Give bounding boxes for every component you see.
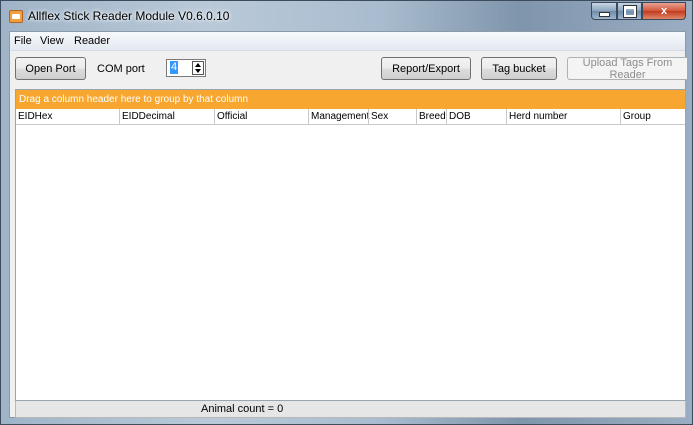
column-management[interactable]: Management — [308, 109, 369, 124]
title-bar[interactable]: Allflex Stick Reader Module V0.6.0.10 x — [1, 1, 692, 31]
status-bar: Animal count = 0 — [15, 401, 686, 418]
group-by-panel[interactable]: Drag a column header here to group by th… — [16, 90, 685, 109]
com-port-spinner[interactable]: 4 — [166, 59, 206, 77]
menu-file[interactable]: File — [14, 35, 32, 47]
open-port-button[interactable]: Open Port — [15, 57, 86, 80]
menu-bar: File View Reader — [10, 32, 685, 51]
column-dob[interactable]: DOB — [446, 109, 506, 124]
animal-grid: Drag a column header here to group by th… — [15, 89, 686, 401]
column-official[interactable]: Official — [214, 109, 308, 124]
client-area: File View Reader Open Port COM port 4 Re… — [9, 31, 687, 418]
menu-reader[interactable]: Reader — [74, 35, 110, 47]
grid-header: EIDHex EIDDecimal Official Management Se… — [16, 109, 685, 125]
upload-tags-button[interactable]: Upload Tags From Reader — [567, 57, 687, 81]
report-export-button[interactable]: Report/Export — [381, 57, 471, 80]
tag-bucket-button[interactable]: Tag bucket — [481, 57, 557, 80]
window-title: Allflex Stick Reader Module V0.6.0.10 — [28, 9, 230, 23]
column-herd-number[interactable]: Herd number — [506, 109, 620, 124]
close-button[interactable]: x — [642, 2, 686, 20]
animal-count: Animal count = 0 — [201, 403, 284, 415]
menu-view[interactable]: View — [40, 35, 64, 47]
minimize-button[interactable] — [591, 2, 617, 20]
app-window: Allflex Stick Reader Module V0.6.0.10 x … — [0, 0, 693, 425]
com-port-value[interactable]: 4 — [170, 61, 179, 74]
com-port-label: COM port — [97, 63, 145, 75]
minimize-icon — [598, 11, 610, 17]
column-sex[interactable]: Sex — [368, 109, 416, 124]
maximize-icon — [622, 4, 637, 18]
column-eiddecimal[interactable]: EIDDecimal — [119, 109, 214, 124]
window-controls: x — [591, 2, 686, 20]
column-group[interactable]: Group — [620, 109, 685, 124]
app-icon — [9, 10, 23, 23]
close-icon: x — [660, 5, 668, 17]
spin-arrows-icon[interactable] — [192, 61, 204, 75]
maximize-button[interactable] — [617, 2, 642, 20]
column-breed[interactable]: Breed — [416, 109, 446, 124]
column-eidhex[interactable]: EIDHex — [16, 109, 119, 124]
